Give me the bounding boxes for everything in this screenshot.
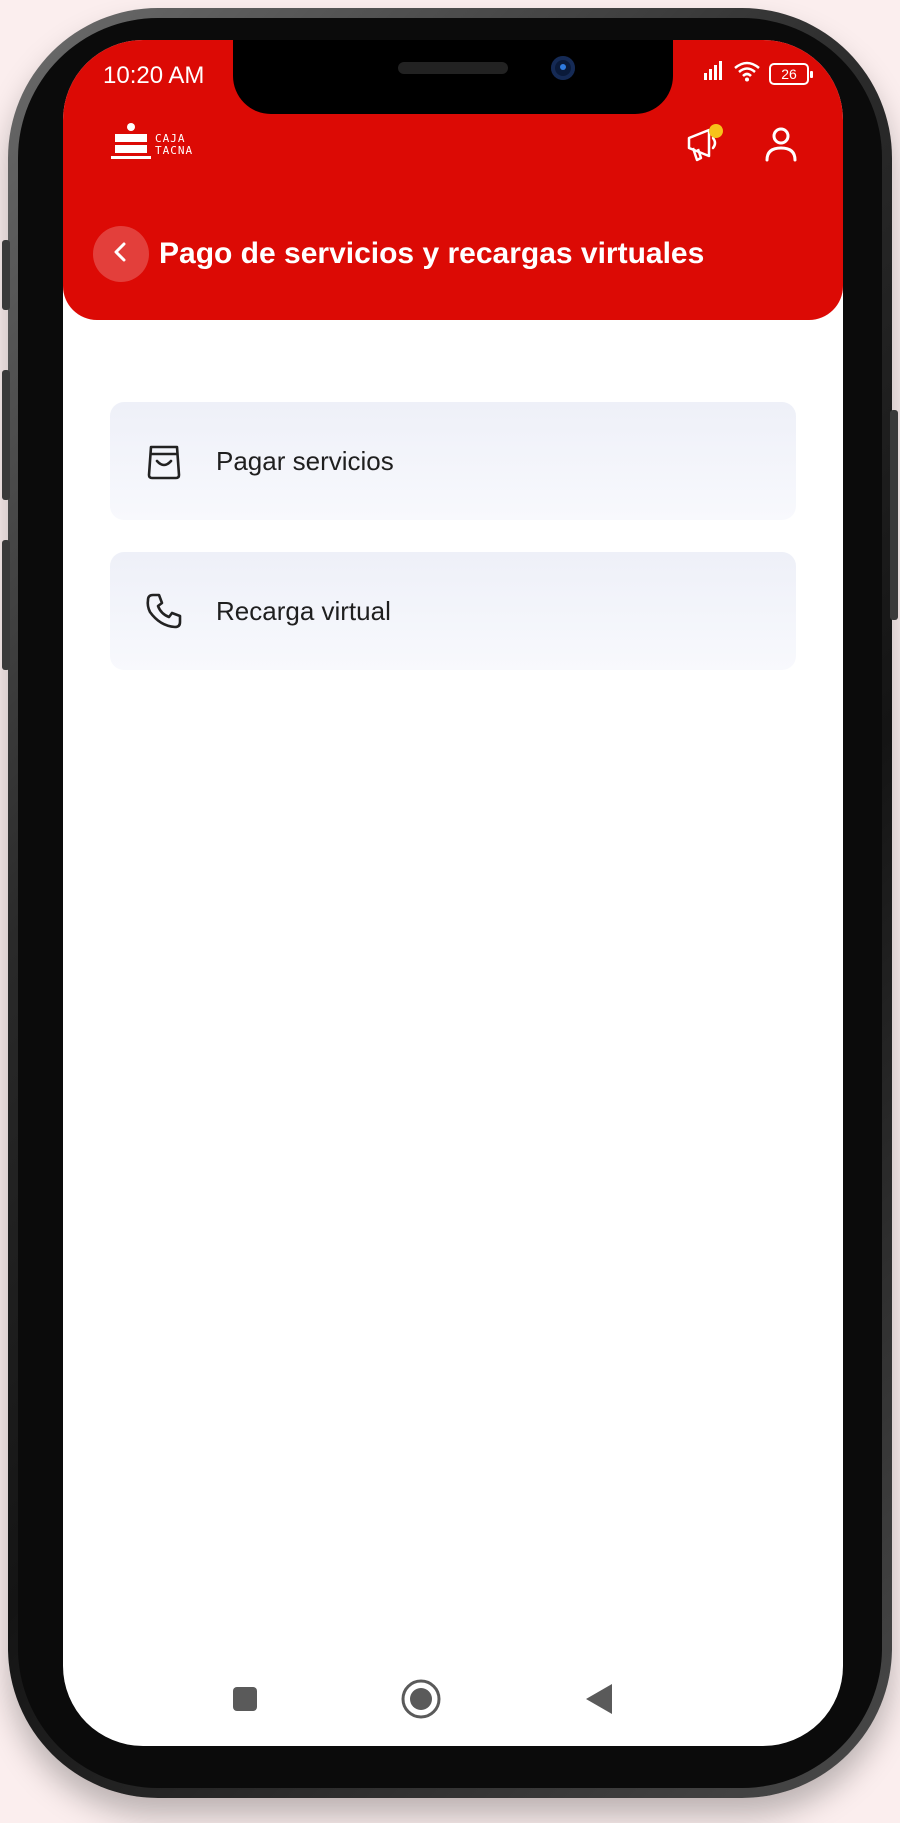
- back-button[interactable]: [93, 226, 149, 282]
- user-icon: [761, 124, 801, 169]
- menu-item-label: Recarga virtual: [216, 595, 391, 626]
- logo-mark-icon: [111, 122, 151, 167]
- side-button-left-2: [2, 370, 10, 500]
- earpiece-speaker: [398, 62, 508, 74]
- logo-wordmark: CAJA TACNA: [155, 131, 194, 157]
- menu-item-pagar-servicios[interactable]: Pagar servicios: [110, 402, 796, 520]
- front-camera: [551, 56, 575, 80]
- back-nav-button[interactable]: [569, 1671, 629, 1731]
- page-title: Pago de servicios y recargas virtuales: [159, 237, 705, 270]
- caja-tacna-logo[interactable]: CAJA TACNA: [111, 122, 193, 167]
- wifi-icon: [733, 60, 761, 87]
- side-button-left-3: [2, 540, 10, 670]
- battery-indicator: 26: [769, 62, 813, 85]
- recent-apps-button[interactable]: [215, 1671, 275, 1731]
- logo-line-2: TACNA: [155, 143, 194, 157]
- stage: 10:20 AM 26 CAJA TACNA Pago de servicios…: [0, 0, 900, 1823]
- menu-item-label: Pagar servicios: [216, 445, 394, 476]
- side-button-left-1: [2, 240, 10, 310]
- shopping-bag-icon: [142, 439, 186, 483]
- signal-icon: [703, 61, 725, 86]
- side-button-right: [890, 410, 898, 620]
- phone-icon: [142, 589, 186, 633]
- home-button[interactable]: [391, 1671, 451, 1731]
- status-icons: 26: [703, 60, 813, 87]
- camera-notch: [233, 40, 673, 114]
- logo-line-1: CAJA: [155, 131, 186, 145]
- system-navigation-bar: [63, 1656, 843, 1746]
- home-icon: [400, 1678, 442, 1725]
- screen: 10:20 AM 26 CAJA TACNA Pago de servicios…: [63, 40, 843, 1746]
- menu-item-recarga-virtual[interactable]: Recarga virtual: [110, 552, 796, 670]
- status-time: 10:20 AM: [103, 62, 205, 89]
- battery-level: 26: [781, 65, 797, 82]
- chevron-left-icon: [109, 240, 133, 269]
- announcements-button[interactable]: [681, 124, 725, 168]
- recent-apps-icon: [231, 1685, 259, 1718]
- header-actions: [681, 124, 803, 168]
- back-icon: [584, 1682, 614, 1721]
- services-menu: Pagar servicios Recarga virtual: [110, 402, 796, 702]
- app-header: 10:20 AM 26 CAJA TACNA Pago de servicios…: [63, 40, 843, 320]
- notification-dot: [709, 124, 723, 138]
- profile-button[interactable]: [759, 124, 803, 168]
- page-title-row: Pago de servicios y recargas virtuales: [93, 226, 704, 282]
